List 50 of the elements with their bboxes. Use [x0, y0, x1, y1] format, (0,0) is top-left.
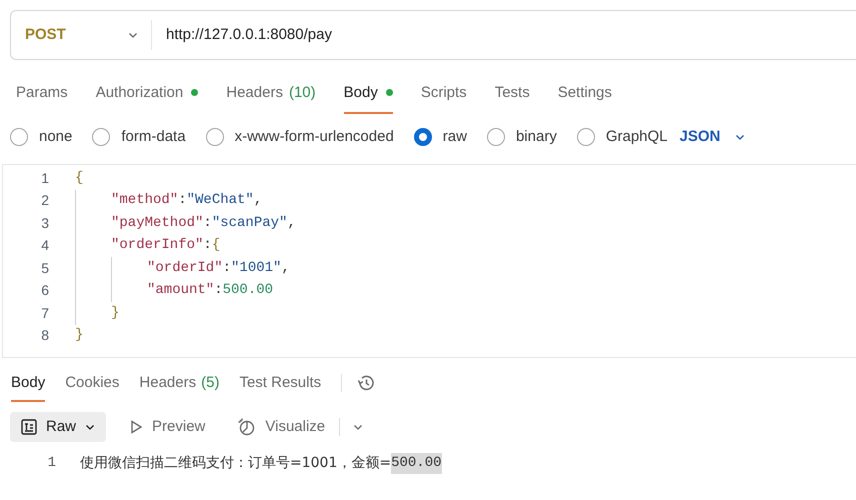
- radio-button[interactable]: [414, 128, 432, 146]
- code-line: }: [75, 326, 84, 346]
- radio-label[interactable]: raw: [442, 126, 467, 148]
- radio-label[interactable]: form-data: [121, 126, 186, 148]
- code-line: "payMethod":"scanPay",: [111, 214, 296, 233]
- line-number: 1: [46, 454, 56, 472]
- radio-button[interactable]: [486, 128, 505, 146]
- code-line: "method":"WeChat",: [111, 191, 262, 210]
- request-tab[interactable]: Tests: [494, 82, 530, 114]
- radio-label[interactable]: none: [39, 126, 72, 148]
- radio-label[interactable]: GraphQL: [606, 126, 668, 148]
- line-number: 7: [40, 304, 49, 323]
- view-mode-button[interactable]: Preview: [118, 412, 216, 442]
- request-tab[interactable]: Params: [16, 82, 68, 114]
- radio-label[interactable]: x-www-form-urlencoded: [234, 126, 394, 148]
- response-tab[interactable]: Headers (5): [139, 372, 220, 402]
- line-number: 6: [40, 281, 49, 300]
- radio-button[interactable]: [206, 128, 224, 146]
- code-line: "amount":500.00: [147, 281, 274, 300]
- request-tab[interactable]: Headers (10): [226, 82, 316, 114]
- radio-button[interactable]: [10, 128, 28, 146]
- line-number: 8: [40, 326, 49, 346]
- radio-button[interactable]: [92, 128, 110, 146]
- code-line: "orderId":"1001",: [147, 258, 290, 278]
- line-number: 4: [40, 236, 49, 256]
- code-line: }: [111, 304, 120, 323]
- request-tab[interactable]: Settings: [558, 82, 612, 114]
- line-number: 1: [40, 168, 49, 188]
- response-tab[interactable]: Cookies: [65, 372, 120, 402]
- history-icon[interactable]: [356, 373, 376, 393]
- request-tab[interactable]: Authorization: [96, 82, 198, 114]
- text-format-icon: [20, 418, 38, 436]
- response-tab[interactable]: Body: [11, 372, 46, 402]
- code-editor[interactable]: 1 { 2 "method":"WeChat", 3 "payMethod":"scanPay", 4 "orderInfo":{ 5 "orderId":"1001", 6 "amount":500.00 7 } 8 }: [2, 164, 856, 358]
- line-number: 2: [40, 191, 49, 210]
- format-dropdown[interactable]: JSON: [680, 126, 746, 148]
- radio-button[interactable]: [576, 128, 595, 146]
- url-bar[interactable]: POST http://127.0.0.1:8080/pay: [10, 10, 856, 60]
- request-tab[interactable]: Scripts: [420, 82, 467, 114]
- code-line: "orderInfo":{: [111, 236, 220, 256]
- view-mode-button[interactable]: Visualize: [227, 412, 336, 442]
- line-number: 3: [40, 214, 49, 233]
- code-line: {: [75, 168, 84, 188]
- line-number: 5: [40, 258, 49, 278]
- response-tab[interactable]: Test Results: [239, 372, 322, 402]
- radio-label[interactable]: binary: [516, 126, 557, 148]
- request-tab[interactable]: Body: [344, 82, 393, 114]
- method-dropdown[interactable]: POST: [11, 11, 151, 59]
- view-mode-button[interactable]: Raw: [10, 412, 106, 442]
- response-text: 使用微信扫描二维码支付：订单号=1001，金额=500.00: [80, 452, 442, 474]
